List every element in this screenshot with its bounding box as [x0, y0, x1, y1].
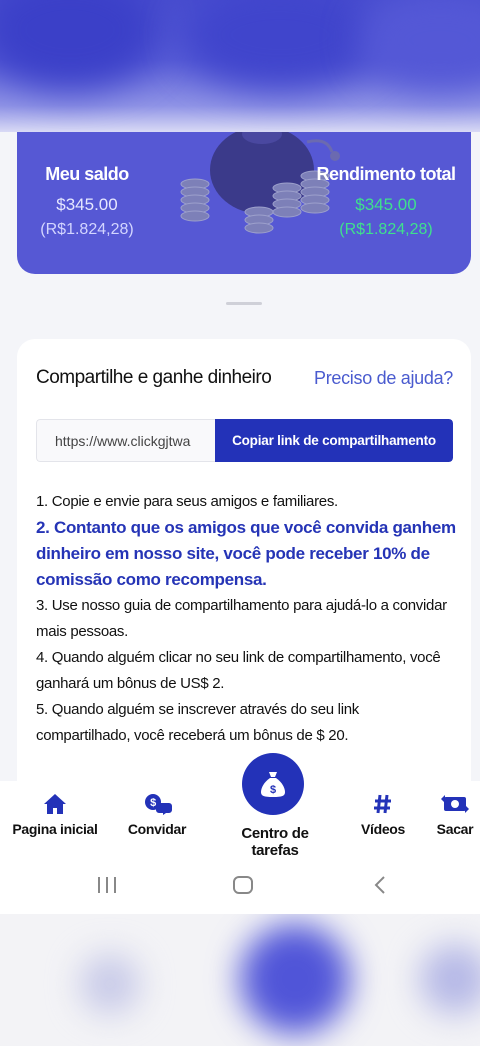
- app-screen: Meu saldo $345.00 (R$1.824,28) Rendiment…: [0, 132, 480, 914]
- invite-money-chat-icon: $: [145, 794, 172, 815]
- nav-videos[interactable]: Vídeos: [353, 793, 413, 837]
- my-balance-label: Meu saldo: [45, 164, 129, 184]
- nav-invite-label: Convidar: [127, 821, 187, 837]
- instructions-list: 1. Copie e envie para seus amigos e fami…: [36, 489, 456, 749]
- nav-withdraw-label: Sacar: [436, 821, 474, 837]
- share-link-input[interactable]: [36, 419, 215, 462]
- instruction-step-4: 4. Quando alguém clicar no seu link de c…: [36, 649, 441, 692]
- drag-handle[interactable]: [226, 302, 262, 305]
- my-balance-usd: $345.00: [56, 195, 118, 214]
- bottom-navigation: Pagina inicial $ Convidar $ Centro de ta…: [0, 753, 480, 859]
- back-icon[interactable]: [372, 875, 388, 895]
- home-icon: [44, 794, 66, 814]
- svg-text:$: $: [270, 784, 276, 796]
- hashtag-icon: [374, 794, 391, 814]
- nav-home-label: Pagina inicial: [12, 821, 98, 837]
- share-link-row: Copiar link de compartilhamento: [36, 419, 453, 462]
- share-card: Compartilhe e ganhe dinheiro Preciso de …: [17, 339, 471, 799]
- nav-invite[interactable]: $ Convidar: [122, 793, 192, 837]
- help-link[interactable]: Preciso de ajuda?: [314, 368, 453, 389]
- blurred-footer-backdrop: [0, 914, 480, 1046]
- money-exchange-icon: [441, 795, 469, 813]
- nav-withdraw[interactable]: Sacar: [430, 793, 480, 837]
- nav-videos-label: Vídeos: [360, 821, 406, 837]
- blurred-header-backdrop: [0, 0, 480, 132]
- my-balance-brl: (R$1.824,28): [40, 221, 134, 238]
- instruction-step-3: 3. Use nosso guia de compartilhamento pa…: [36, 597, 447, 640]
- share-title: Compartilhe e ganhe dinheiro: [36, 367, 272, 388]
- total-income-usd: $345.00: [355, 195, 417, 214]
- task-center-button[interactable]: $: [242, 753, 304, 815]
- task-center-label[interactable]: Centro de tarefas: [217, 825, 333, 859]
- total-income-label: Rendimento total: [316, 164, 457, 184]
- nav-home[interactable]: Pagina inicial: [10, 793, 100, 837]
- instruction-step-5: 5. Quando alguém se inscrever através do…: [36, 701, 359, 744]
- balance-card: Meu saldo $345.00 (R$1.824,28) Rendiment…: [17, 132, 471, 274]
- copy-link-button[interactable]: Copiar link de compartilhamento: [215, 419, 453, 462]
- recent-apps-icon[interactable]: [96, 875, 118, 895]
- svg-text:$: $: [150, 797, 156, 809]
- home-system-icon[interactable]: [232, 875, 254, 895]
- system-navigation-bar: [0, 859, 480, 914]
- money-bag-icon: $: [261, 772, 285, 797]
- instruction-step-1: 1. Copie e envie para seus amigos e fami…: [36, 493, 338, 510]
- total-income-brl: (R$1.824,28): [339, 221, 433, 238]
- instruction-step-2: 2. Contanto que os amigos que você convi…: [36, 518, 456, 589]
